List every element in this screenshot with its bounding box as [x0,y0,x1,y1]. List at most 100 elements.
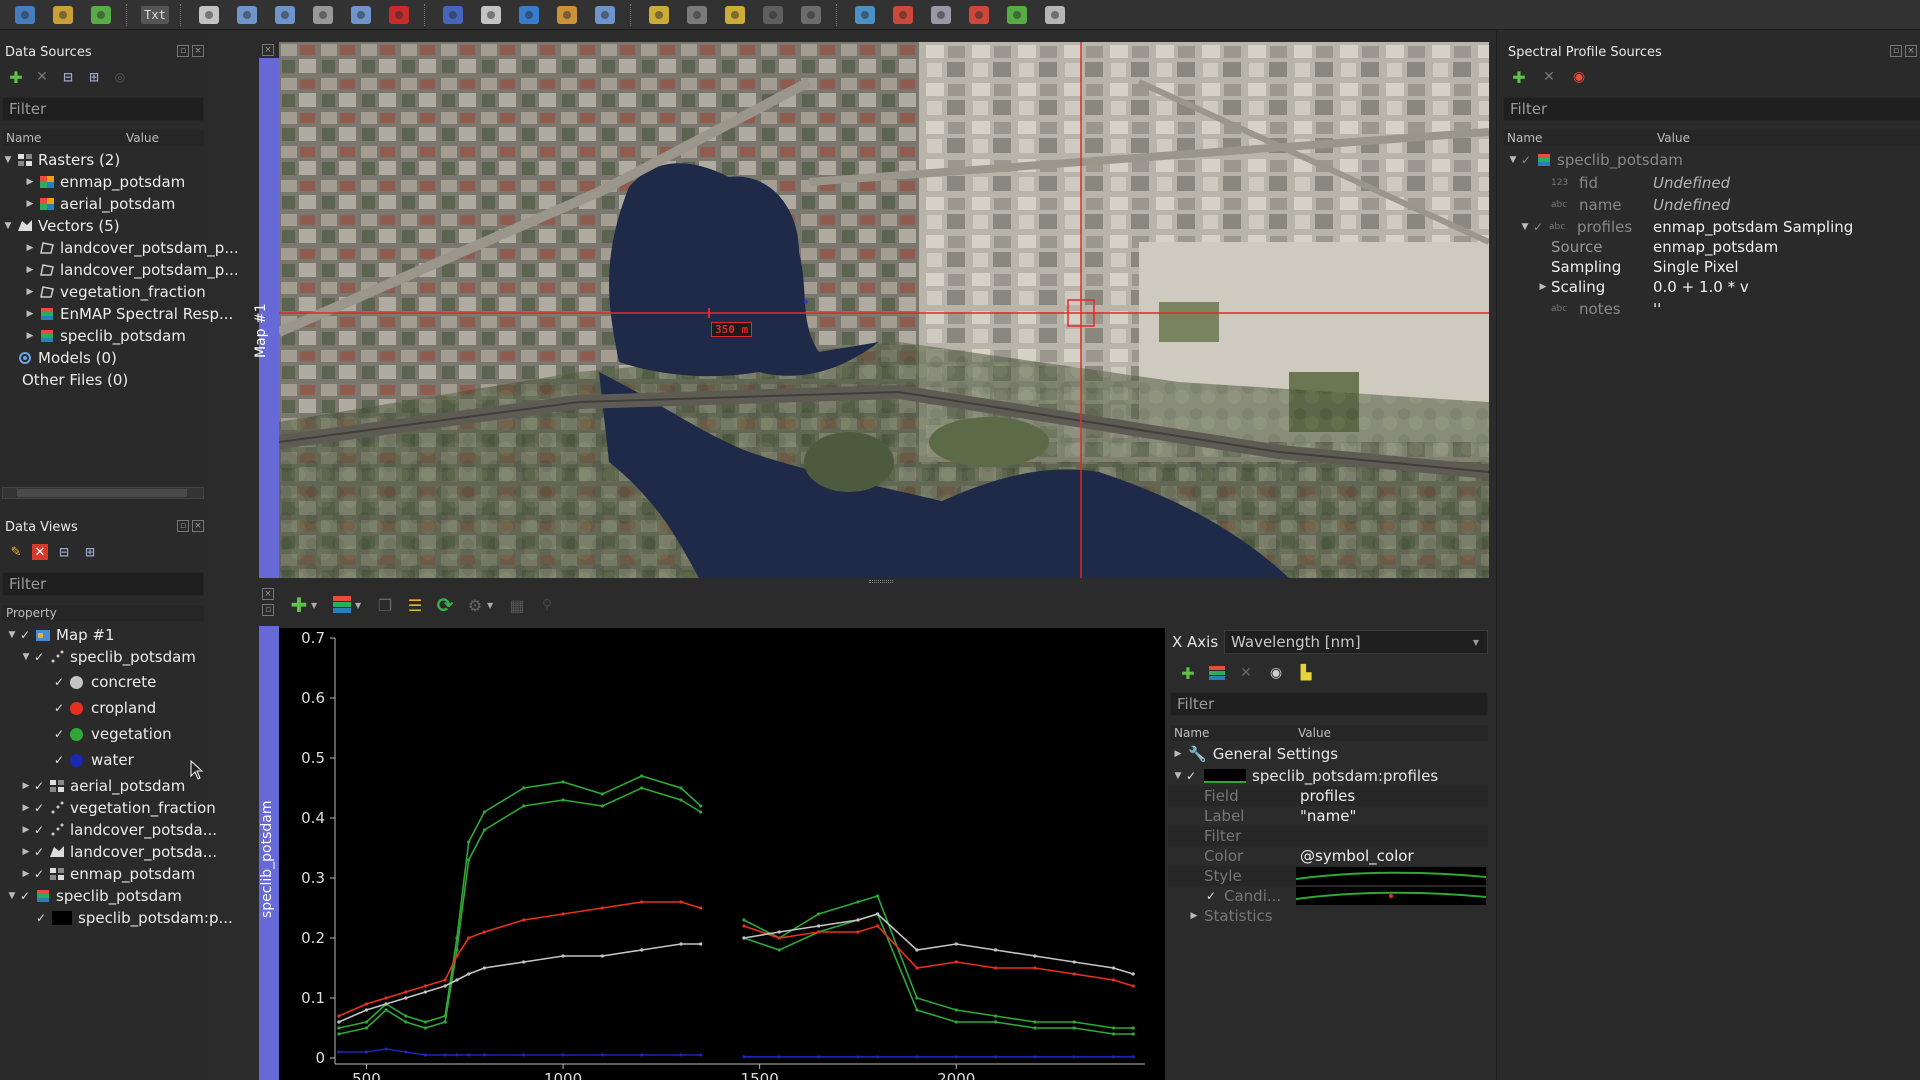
map-splitter[interactable] [279,578,1489,586]
tree-node-speclib[interactable]: ▶ speclib_potsdam [24,326,186,346]
close-icon[interactable]: × [192,520,204,532]
save-edits-icon[interactable] [756,1,790,29]
collapse-all-icon[interactable]: ⊟ [54,542,74,562]
profiles-row[interactable]: ▼ ✓ abc profiles enmap_potsdam Sampling [1519,217,1919,237]
visibility-icon[interactable]: ◉ [1266,663,1286,683]
float-icon[interactable]: ▫ [262,604,274,616]
scaling-value[interactable]: 0.0 + 1.0 * v [1653,278,1749,296]
splitter[interactable] [252,42,259,1080]
add-view-icon[interactable]: ✎ [6,542,26,562]
identify-icon[interactable] [436,1,470,29]
copy-style-icon[interactable]: ▙ [1296,663,1316,683]
field-row[interactable]: Field profiles [1168,786,1488,806]
pin-icon[interactable]: ⚲ [537,595,557,615]
close-icon[interactable]: × [262,588,274,600]
zoom-full-icon[interactable] [344,1,378,29]
x-axis-select[interactable]: Wavelength [nm] ▼ [1224,630,1488,654]
filter-row[interactable]: Filter [1168,826,1488,846]
remove-visualization-icon[interactable]: ✕ [1236,663,1256,683]
source-root-row[interactable]: ▼ ✓ speclib_potsdam [1507,150,1683,170]
style-row[interactable]: Style [1168,866,1488,886]
class-concrete[interactable]: ✓ concrete [52,672,156,692]
spectral-profile-icon[interactable] [474,1,508,29]
sampling-value[interactable]: Single Pixel [1653,258,1739,276]
pin-icon[interactable] [550,1,584,29]
tree-node-vegetation-fraction[interactable]: ▶ vegetation_fraction [24,282,206,302]
table-icon[interactable]: ▦ [507,595,527,615]
close-icon[interactable]: × [1905,45,1917,57]
source-row[interactable]: Source enmap_potsdam [1551,237,1911,257]
zoom-native-icon[interactable] [306,1,340,29]
class-water[interactable]: ✓ water [52,750,134,770]
label-row[interactable]: Label "name" [1168,806,1488,826]
view-node-landcover-1[interactable]: ▶ ✓ landcover_potsda... [20,820,217,840]
close-icon[interactable]: × [262,44,274,56]
class-cropland[interactable]: ✓ cropland [52,698,156,718]
class-vegetation[interactable]: ✓ vegetation [52,724,172,744]
view-node-speclib-view[interactable]: ▼ ✓ speclib_potsdam [6,886,182,906]
zoom-out-icon[interactable] [268,1,302,29]
zoom-in-icon[interactable] [230,1,264,29]
sampling-row[interactable]: Sampling Single Pixel [1551,257,1911,277]
layers-icon[interactable] [680,1,714,29]
location-icon[interactable] [1000,1,1034,29]
tree-node-aerial[interactable]: ▶ aerial_potsdam [24,194,176,214]
view-node-speclib[interactable]: ▼ ✓ speclib_potsdam [20,647,196,667]
map-title-strip[interactable]: Map #1 [253,58,279,578]
data-views-filter-input[interactable]: Filter [2,572,204,596]
add-data-source-button[interactable]: ✚ [6,67,26,87]
tree-node-enmap[interactable]: ▶ enmap_potsdam [24,172,186,192]
remove-data-source-icon[interactable]: ✕ [32,67,52,87]
spectral-plot-svg[interactable]: 0 0.1 0.2 0.3 0.4 0.5 0.6 0.7 500 1000 1500 2000 [279,628,1165,1080]
tree-node-landcover-2[interactable]: ▶ landcover_potsdam_p... [24,260,239,280]
curve-icon[interactable] [962,1,996,29]
close-icon[interactable]: × [192,45,204,57]
copy-icon[interactable]: ❐ [375,595,395,615]
select-feature-icon[interactable] [642,1,676,29]
map-canvas[interactable]: 350 m [279,42,1489,578]
select-cursor-icon[interactable] [382,1,416,29]
data-sources-filter-input[interactable]: Filter [2,97,204,121]
scaling-row[interactable]: ▶ Scaling 0.0 + 1.0 * v [1537,277,1917,297]
tree-node-vectors[interactable]: ▼ Vectors (5) [2,216,120,236]
view-node-vegetation-fraction[interactable]: ▶ ✓ vegetation_fraction [20,798,216,818]
settings-icon[interactable]: ⚙ [465,595,485,615]
add-vector-icon[interactable] [84,1,118,29]
view-node-aerial[interactable]: ▶ ✓ aerial_potsdam [20,776,186,796]
tree-node-models[interactable]: Models (0) [14,348,117,368]
spectral-plot[interactable]: 0 0.1 0.2 0.3 0.4 0.5 0.6 0.7 500 1000 1500 2000 [279,628,1165,1080]
color-row[interactable]: Color @symbol_color [1168,846,1488,866]
refresh-icon[interactable]: ⟳ [435,593,455,617]
scrollbar-handle[interactable] [17,489,187,497]
remove-source-icon[interactable]: ✕ [1539,67,1559,87]
aerial-image[interactable] [279,42,1489,578]
pan-icon[interactable] [192,1,226,29]
text-icon[interactable]: Txt [138,1,172,29]
globe-icon[interactable] [848,1,882,29]
chevron-down-icon[interactable]: ▼ [311,601,321,610]
tree-node-enmap-srf[interactable]: ▶ EnMAP Spectral Resp... [24,304,234,324]
add-visualization-button[interactable]: ✚ [1178,663,1198,683]
float-icon[interactable]: ▫ [177,45,189,57]
profile-visualization-row[interactable]: ▼ ✓ speclib_potsdam:profiles [1172,766,1439,786]
horizontal-scrollbar[interactable] [2,487,204,499]
view-node-landcover-2[interactable]: ▶ ✓ landcover_potsda... [20,842,217,862]
attribute-table-icon[interactable]: ☰ [405,595,425,615]
notes-row[interactable]: abc notes '' [1551,299,1911,319]
float-icon[interactable]: ▫ [1890,45,1902,57]
satellite-icon[interactable] [1038,1,1072,29]
spectral-sources-filter-input[interactable]: Filter [1503,97,1920,121]
open-project-icon[interactable] [8,1,42,29]
add-raster-icon[interactable] [46,1,80,29]
pencil-icon[interactable] [718,1,752,29]
tree-node-other-files[interactable]: Other Files (0) [22,370,128,390]
tree-node-rasters[interactable]: ▼ Rasters (2) [2,150,121,170]
name-row[interactable]: abc name Undefined [1551,195,1911,215]
dots-icon[interactable] [794,1,828,29]
plot-settings-filter-input[interactable]: Filter [1170,692,1488,716]
chevron-down-icon[interactable]: ▼ [487,601,497,610]
expand-all-icon[interactable]: ⊞ [84,67,104,87]
settings-icon[interactable] [588,1,622,29]
gear-tool-icon[interactable] [924,1,958,29]
stack-icon[interactable] [886,1,920,29]
